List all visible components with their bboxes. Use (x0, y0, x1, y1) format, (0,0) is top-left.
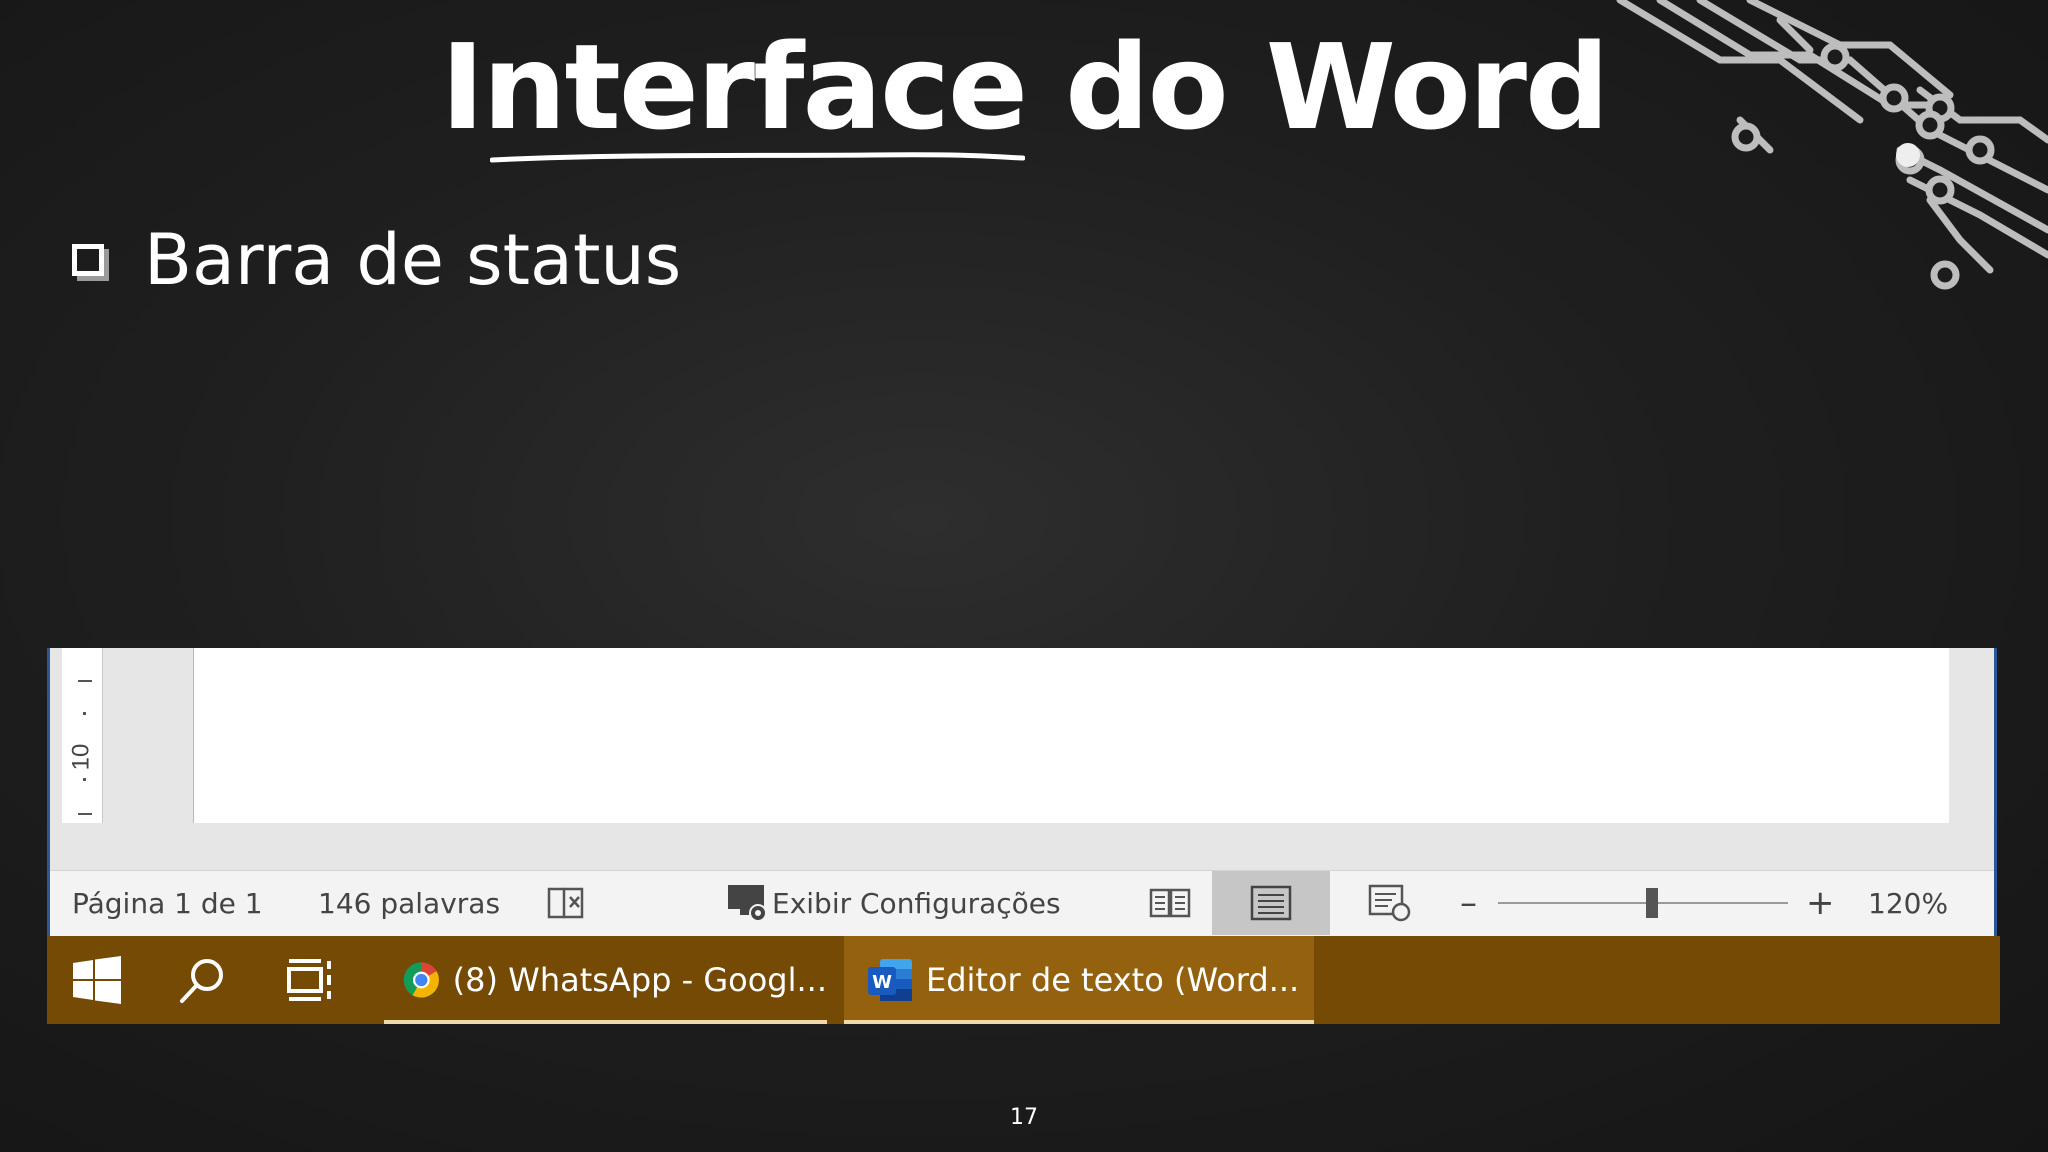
display-settings-label: Exibir Configurações (772, 886, 1061, 920)
taskbar-app-label: (8) WhatsApp - Googl... (452, 961, 827, 999)
taskbar-app-label: Editor de texto (Word... (926, 961, 1300, 999)
read-mode-button[interactable] (1130, 871, 1210, 935)
display-settings-button[interactable]: Exibir Configurações (726, 871, 1061, 935)
read-mode-icon (1149, 888, 1191, 918)
zoom-out-button[interactable]: – (1460, 871, 1477, 935)
chrome-icon (403, 962, 439, 998)
document-page[interactable] (193, 648, 1949, 823)
bullet-text: Barra de status (144, 219, 682, 301)
windows-start-icon[interactable] (61, 936, 133, 1024)
zoom-slider-thumb[interactable] (1646, 888, 1658, 918)
print-layout-icon (1250, 885, 1292, 921)
active-app-indicator (844, 1020, 1314, 1024)
taskbar: (8) WhatsApp - Googl... W Editor de text… (47, 936, 2000, 1024)
checkbox-bullet-icon (72, 244, 104, 276)
word-count[interactable]: 146 palavras (318, 871, 500, 935)
word-icon: W (868, 959, 912, 1001)
zoom-slider-track[interactable] (1498, 902, 1788, 904)
taskbar-app-chrome[interactable]: (8) WhatsApp - Googl... (384, 936, 827, 1024)
web-layout-icon (1368, 884, 1411, 922)
web-layout-button[interactable] (1350, 871, 1430, 935)
page-count[interactable]: Página 1 de 1 (72, 871, 263, 935)
task-view-icon[interactable] (275, 936, 345, 1024)
active-app-indicator (384, 1020, 827, 1024)
zoom-level[interactable]: 120% (1868, 871, 1948, 935)
taskbar-app-word[interactable]: W Editor de texto (Word... (844, 936, 1314, 1024)
word-window: 10 Página 1 de 1 146 palavras Exibir Con… (47, 648, 1997, 936)
bullet-item: Barra de status (72, 219, 682, 301)
slide-title: Interface do Word (440, 18, 1610, 156)
ruler-label: 10 (67, 743, 95, 771)
print-layout-button[interactable] (1212, 871, 1330, 935)
slide-page-number: 17 (1010, 1105, 1038, 1130)
display-settings-icon (728, 885, 767, 922)
proofing-icon[interactable] (546, 871, 588, 935)
search-icon[interactable] (167, 936, 237, 1024)
title-underline (490, 152, 1025, 163)
svg-text:W: W (872, 972, 892, 993)
status-bar: Página 1 de 1 146 palavras Exibir Config… (50, 870, 1994, 936)
vertical-ruler[interactable]: 10 (62, 648, 103, 823)
zoom-in-button[interactable]: + (1806, 871, 1835, 935)
